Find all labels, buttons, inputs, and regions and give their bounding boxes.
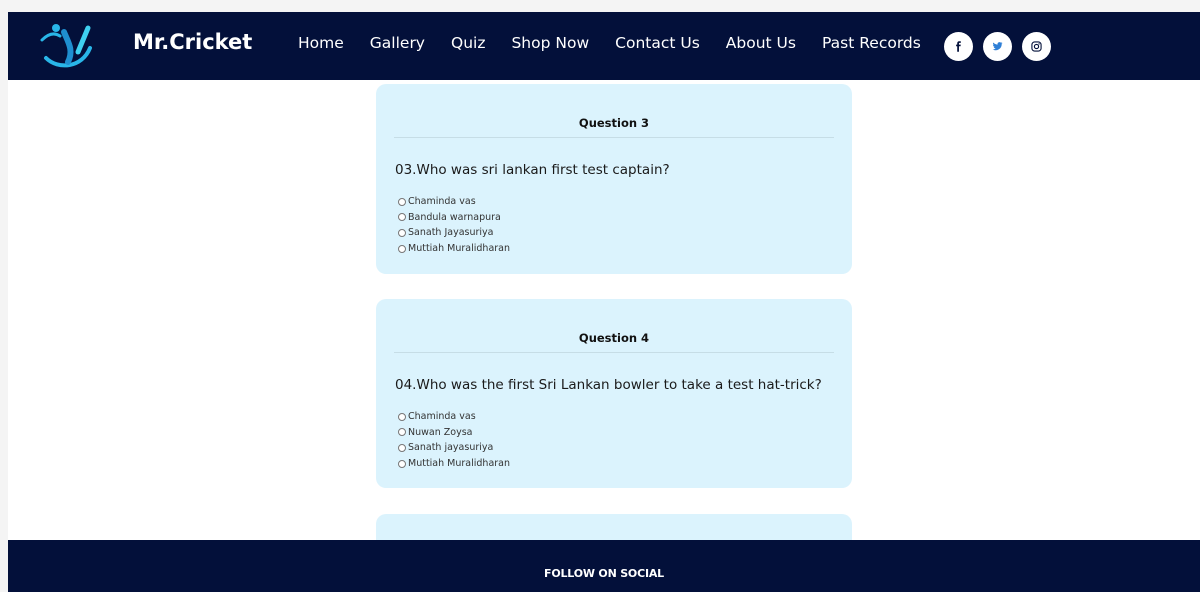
question-card-4: Question 4 04.Who was the first Sri Lank… xyxy=(376,299,852,488)
radio-button[interactable] xyxy=(398,244,406,253)
instagram-button[interactable] xyxy=(1022,32,1051,61)
answer-option[interactable]: Muttiah Muralidharan xyxy=(398,456,510,472)
facebook-icon xyxy=(956,41,961,52)
answer-options: Chaminda vas Bandula warnapura Sanath Ja… xyxy=(398,194,510,256)
radio-button[interactable] xyxy=(398,228,406,237)
radio-button[interactable] xyxy=(398,197,406,206)
twitter-button[interactable] xyxy=(983,32,1012,61)
twitter-icon xyxy=(992,42,1003,51)
radio-button[interactable] xyxy=(398,443,406,452)
option-label: Muttiah Muralidharan xyxy=(408,243,511,255)
answer-option[interactable]: Chaminda vas xyxy=(398,409,510,425)
nav-link-home[interactable]: Home xyxy=(298,34,344,52)
answer-option[interactable]: Bandula warnapura xyxy=(398,210,510,226)
option-label: Chaminda vas xyxy=(408,196,476,208)
footer-title: FOLLOW ON SOCIAL xyxy=(544,567,664,580)
option-label: Sanath Jayasuriya xyxy=(408,227,494,239)
answer-option[interactable]: Chaminda vas xyxy=(398,194,510,210)
option-label: Chaminda vas xyxy=(408,411,476,423)
option-label: Nuwan Zoysa xyxy=(408,426,473,438)
option-label: Sanath jayasuriya xyxy=(408,442,494,454)
option-label: Bandula warnapura xyxy=(408,211,501,223)
radio-button[interactable] xyxy=(398,459,406,468)
question-card-3: Question 3 03.Who was sri lankan first t… xyxy=(376,84,852,274)
answer-option[interactable]: Nuwan Zoysa xyxy=(398,425,510,441)
answer-option[interactable]: Sanath Jayasuriya xyxy=(398,225,510,241)
question-text: 04.Who was the first Sri Lankan bowler t… xyxy=(395,377,822,393)
facebook-button[interactable] xyxy=(944,32,973,61)
nav-link-past-records[interactable]: Past Records xyxy=(822,34,921,52)
question-title: Question 4 xyxy=(578,331,650,345)
footer: FOLLOW ON SOCIAL xyxy=(8,540,1200,592)
nav-link-contact-us[interactable]: Contact Us xyxy=(615,34,700,52)
answer-option[interactable]: Muttiah Muralidharan xyxy=(398,241,510,257)
radio-button[interactable] xyxy=(398,412,406,421)
instagram-icon xyxy=(1031,41,1042,52)
nav-link-about-us[interactable]: About Us xyxy=(726,34,796,52)
nav-link-gallery[interactable]: Gallery xyxy=(370,34,425,52)
divider xyxy=(394,137,834,138)
answer-options: Chaminda vas Nuwan Zoysa Sanath jayasuri… xyxy=(398,409,510,471)
option-label: Muttiah Muralidharan xyxy=(408,458,511,470)
nav-link-quiz[interactable]: Quiz xyxy=(451,34,485,52)
social-links xyxy=(944,32,1061,61)
brand-name[interactable]: Mr.Cricket xyxy=(133,30,252,54)
answer-option[interactable]: Sanath jayasuriya xyxy=(398,440,510,456)
radio-button[interactable] xyxy=(398,213,406,222)
cricket-logo-icon[interactable] xyxy=(38,18,98,72)
question-text: 03.Who was sri lankan first test captain… xyxy=(395,162,670,178)
nav-links: Home Gallery Quiz Shop Now Contact Us Ab… xyxy=(298,34,947,52)
divider xyxy=(394,352,834,353)
radio-button[interactable] xyxy=(398,428,406,437)
navbar: Mr.Cricket Home Gallery Quiz Shop Now Co… xyxy=(8,12,1200,80)
nav-link-shop-now[interactable]: Shop Now xyxy=(511,34,589,52)
question-title: Question 3 xyxy=(578,116,650,130)
page: Mr.Cricket Home Gallery Quiz Shop Now Co… xyxy=(8,12,1200,592)
